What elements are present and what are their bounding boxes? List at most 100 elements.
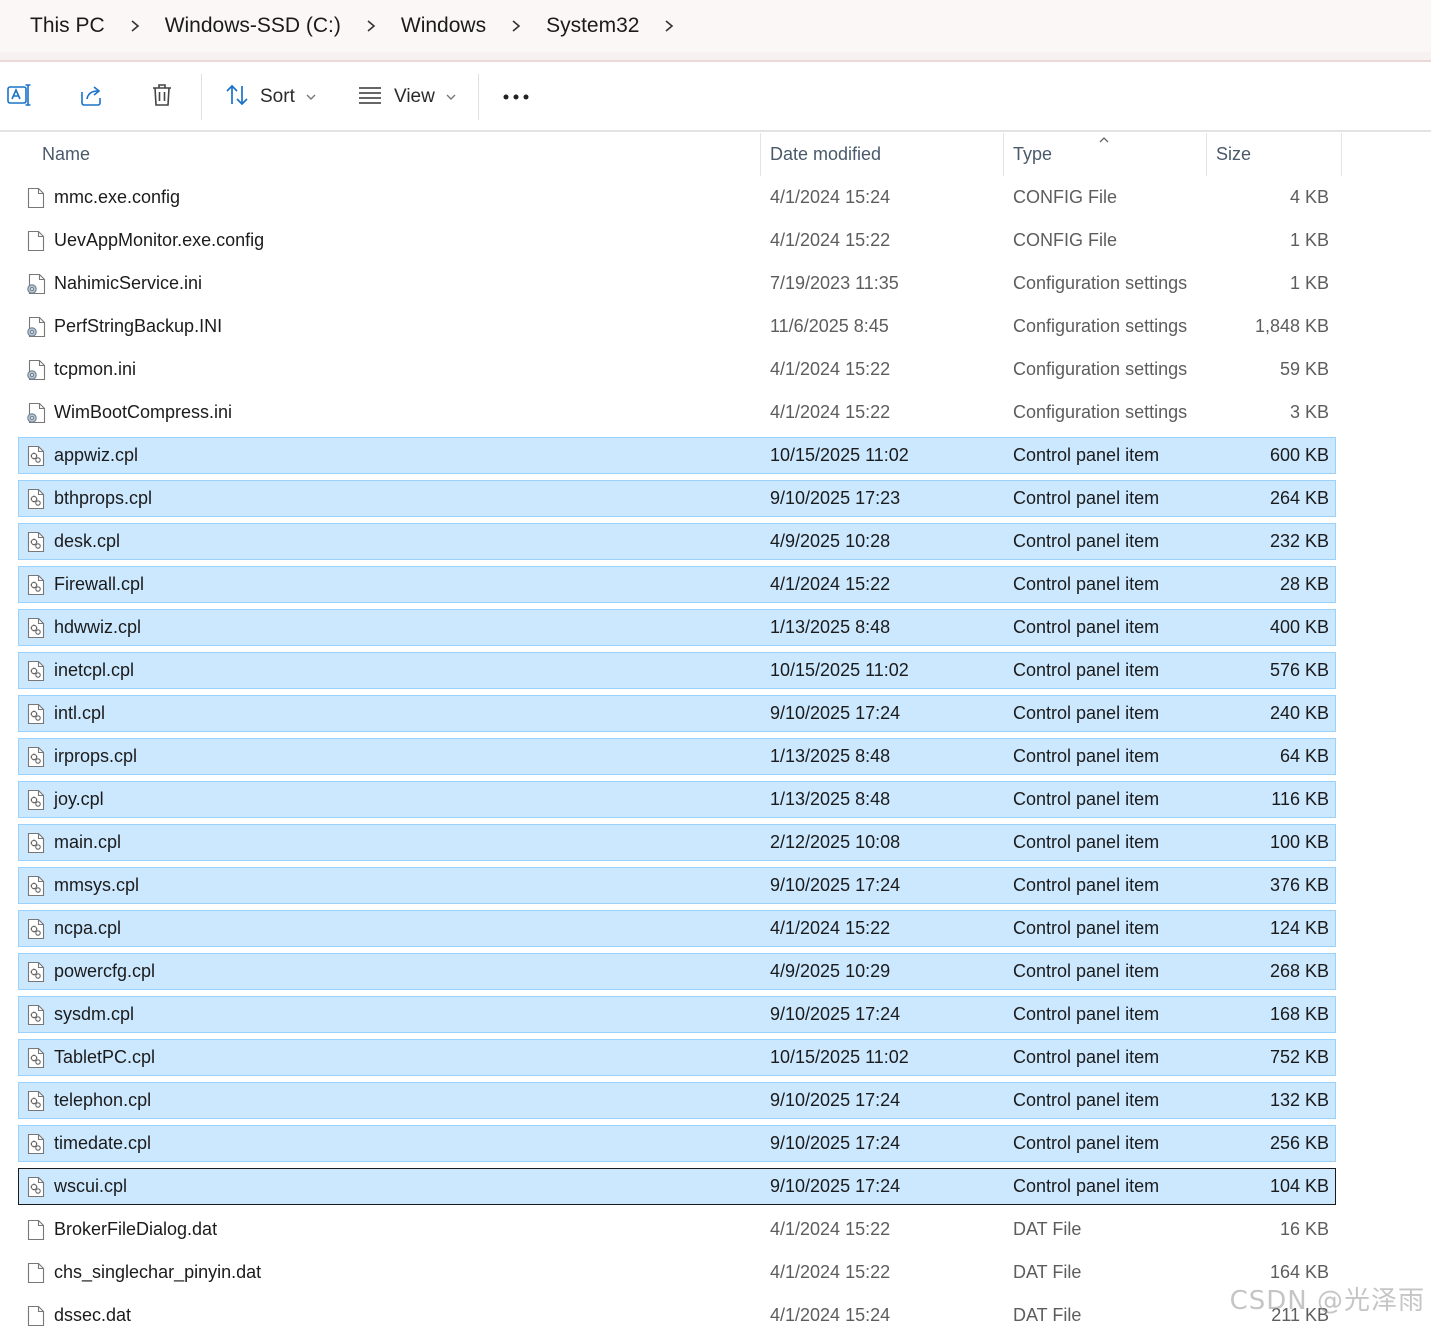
file-row[interactable]: telephon.cpl9/10/2025 17:24Control panel… (18, 1082, 1336, 1119)
column-divider[interactable] (1003, 133, 1004, 176)
file-row[interactable]: tcpmon.ini4/1/2024 15:22Configuration se… (18, 351, 1336, 388)
file-row[interactable]: inetcpl.cpl10/15/2025 11:02Control panel… (18, 652, 1336, 689)
file-type: Control panel item (1013, 1083, 1159, 1118)
file-row[interactable]: hdwwiz.cpl1/13/2025 8:48Control panel it… (18, 609, 1336, 646)
file-row[interactable]: intl.cpl9/10/2025 17:24Control panel ite… (18, 695, 1336, 732)
file-type: Configuration settings (1013, 352, 1187, 387)
file-row[interactable]: joy.cpl1/13/2025 8:48Control panel item1… (18, 781, 1336, 818)
control-panel-file-icon (25, 481, 47, 516)
share-button[interactable] (74, 76, 108, 118)
breadcrumb-item[interactable]: System32 (546, 14, 639, 38)
file-type: DAT File (1013, 1298, 1081, 1333)
file-type: Control panel item (1013, 997, 1159, 1032)
control-panel-file-icon (25, 653, 47, 688)
file-name: ncpa.cpl (54, 911, 121, 946)
file-row[interactable]: sysdm.cpl9/10/2025 17:24Control panel it… (18, 996, 1336, 1033)
file-row[interactable]: dssec.dat4/1/2024 15:24DAT File211 KB (18, 1297, 1336, 1334)
view-button[interactable]: View (356, 76, 466, 118)
rename-button[interactable] (2, 76, 36, 118)
chevron-right-icon[interactable] (639, 15, 699, 38)
file-size: 100 KB (1270, 825, 1329, 860)
file-row[interactable]: Firewall.cpl4/1/2024 15:22Control panel … (18, 566, 1336, 603)
file-row[interactable]: NahimicService.ini7/19/2023 11:35Configu… (18, 265, 1336, 302)
column-divider[interactable] (1341, 133, 1342, 176)
settings-file-icon (25, 395, 47, 430)
see-more-button[interactable] (498, 76, 534, 118)
delete-button[interactable] (145, 76, 179, 118)
file-name: mmc.exe.config (54, 180, 180, 215)
watermark: CSDN @光泽雨 (1230, 1280, 1425, 1317)
file-row[interactable]: irprops.cpl1/13/2025 8:48Control panel i… (18, 738, 1336, 775)
control-panel-file-icon (25, 954, 47, 989)
chevron-right-icon[interactable] (341, 15, 401, 38)
breadcrumb-item[interactable]: Windows-SSD (C:) (165, 14, 341, 38)
file-type: Control panel item (1013, 696, 1159, 731)
file-row[interactable]: timedate.cpl9/10/2025 17:24Control panel… (18, 1125, 1336, 1162)
file-date-modified: 10/15/2025 11:02 (770, 438, 909, 473)
file-name: BrokerFileDialog.dat (54, 1212, 217, 1247)
control-panel-file-icon (25, 567, 47, 602)
column-header-date-modified[interactable]: Date modified (770, 133, 881, 176)
breadcrumb-item[interactable]: Windows (401, 14, 486, 38)
rename-icon (6, 82, 32, 113)
file-row[interactable]: PerfStringBackup.INI11/6/2025 8:45Config… (18, 308, 1336, 345)
breadcrumb-item[interactable]: This PC (30, 14, 105, 38)
file-name: tcpmon.ini (54, 352, 136, 387)
column-divider[interactable] (760, 133, 761, 176)
control-panel-file-icon (25, 1126, 47, 1161)
file-row[interactable]: ncpa.cpl4/1/2024 15:22Control panel item… (18, 910, 1336, 947)
file-date-modified: 4/1/2024 15:22 (770, 395, 890, 430)
address-bar-strip (0, 52, 1431, 60)
control-panel-file-icon (25, 1040, 47, 1075)
column-header-name[interactable]: Name (42, 133, 90, 176)
settings-file-icon (25, 352, 47, 387)
chevron-right-icon[interactable] (105, 15, 165, 38)
file-row[interactable]: mmsys.cpl9/10/2025 17:24Control panel it… (18, 867, 1336, 904)
file-name: wscui.cpl (54, 1169, 127, 1204)
file-row[interactable]: wscui.cpl 9/10/2025 17:24 Control panel it… (18, 1168, 1336, 1205)
file-row[interactable]: WimBootCompress.ini4/1/2024 15:22Configu… (18, 394, 1336, 431)
column-header-type[interactable]: Type (1013, 133, 1052, 176)
file-name: powercfg.cpl (54, 954, 155, 989)
file-row[interactable]: mmc.exe.config4/1/2024 15:24CONFIG File4… (18, 179, 1336, 216)
file-size: 576 KB (1270, 653, 1329, 688)
file-type: CONFIG File (1013, 223, 1117, 258)
file-name: UevAppMonitor.exe.config (54, 223, 264, 258)
chevron-right-icon[interactable] (486, 15, 546, 38)
file-size: 28 KB (1280, 567, 1329, 602)
sort-button[interactable]: Sort (224, 76, 324, 118)
file-date-modified: 9/10/2025 17:24 (770, 1169, 900, 1204)
file-type: Control panel item (1013, 868, 1159, 903)
file-row[interactable]: powercfg.cpl4/9/2025 10:29Control panel … (18, 953, 1336, 990)
file-size: 59 KB (1280, 352, 1329, 387)
file-size: 240 KB (1270, 696, 1329, 731)
file-row[interactable]: bthprops.cpl9/10/2025 17:23Control panel… (18, 480, 1336, 517)
file-date-modified: 2/12/2025 10:08 (770, 825, 900, 860)
control-panel-file-icon (25, 1169, 47, 1204)
file-row[interactable]: main.cpl2/12/2025 10:08Control panel ite… (18, 824, 1336, 861)
file-row[interactable]: chs_singlechar_pinyin.dat4/1/2024 15:22D… (18, 1254, 1336, 1291)
file-row[interactable]: BrokerFileDialog.dat4/1/2024 15:22DAT Fi… (18, 1211, 1336, 1248)
file-type: Control panel item (1013, 1040, 1159, 1075)
file-date-modified: 4/1/2024 15:24 (770, 1298, 890, 1333)
file-type: Control panel item (1013, 1169, 1159, 1204)
file-name: intl.cpl (54, 696, 105, 731)
file-date-modified: 7/19/2023 11:35 (770, 266, 899, 301)
file-row[interactable]: desk.cpl4/9/2025 10:28Control panel item… (18, 523, 1336, 560)
file-row[interactable]: UevAppMonitor.exe.config 4/1/2024 15:22 CO… (18, 222, 1336, 259)
blank-file-icon (25, 223, 47, 258)
file-row[interactable]: appwiz.cpl10/15/2025 11:02Control panel … (18, 437, 1336, 474)
column-divider[interactable] (1206, 133, 1207, 176)
blank-file-icon (25, 1212, 47, 1247)
file-name: WimBootCompress.ini (54, 395, 232, 430)
file-date-modified: 1/13/2025 8:48 (770, 739, 890, 774)
file-date-modified: 4/1/2024 15:22 (770, 223, 890, 258)
file-row[interactable]: TabletPC.cpl10/15/2025 11:02Control pane… (18, 1039, 1336, 1076)
file-name: PerfStringBackup.INI (54, 309, 222, 344)
file-type: Control panel item (1013, 524, 1159, 559)
file-type: Control panel item (1013, 954, 1159, 989)
control-panel-file-icon (25, 739, 47, 774)
file-name: irprops.cpl (54, 739, 137, 774)
column-header-size[interactable]: Size (1216, 133, 1251, 176)
file-date-modified: 4/9/2025 10:28 (770, 524, 890, 559)
